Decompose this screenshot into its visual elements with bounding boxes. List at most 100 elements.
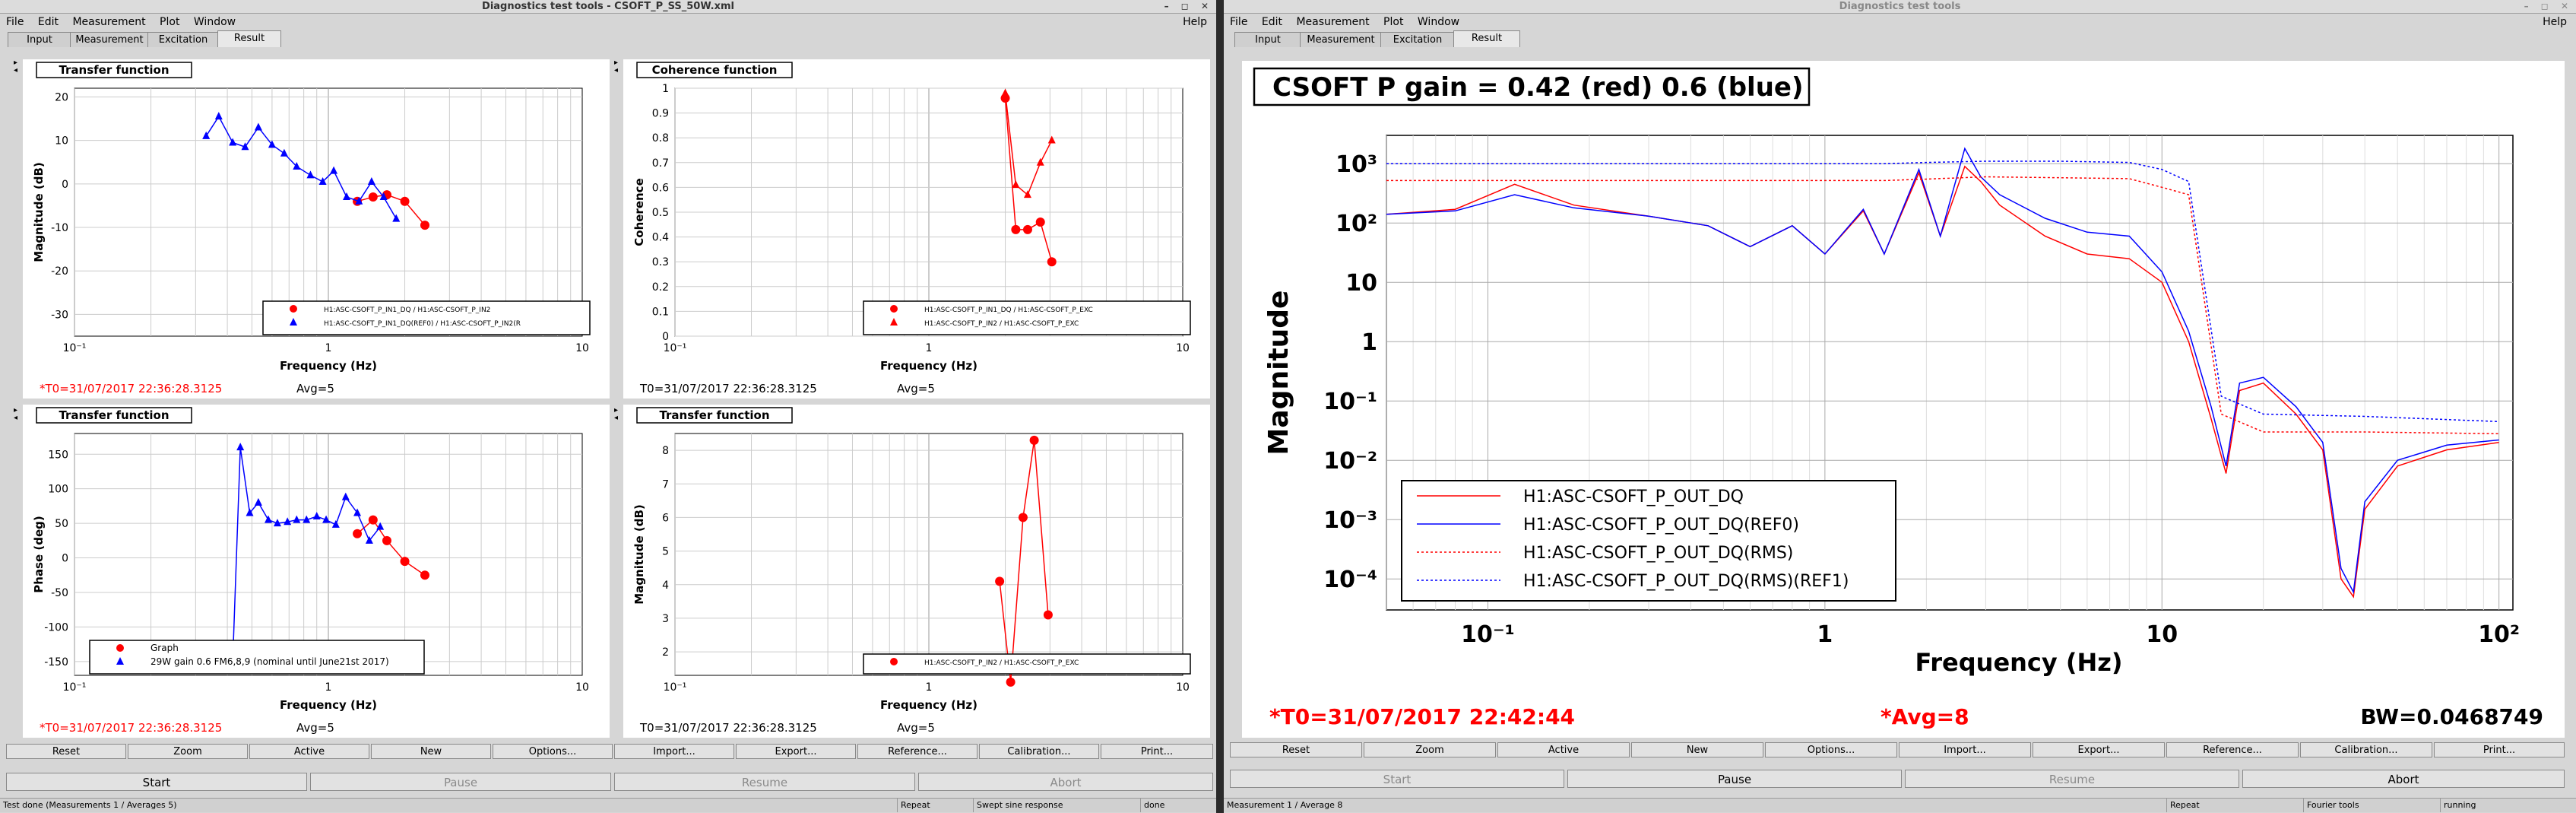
new-button[interactable]: New [371,744,491,759]
x-tick-label: 1 [325,681,332,694]
menu-plot[interactable]: Plot [160,16,179,28]
x-tick-label: 10⁻¹ [1461,621,1515,648]
zoom-button[interactable]: Zoom [128,744,248,759]
x-tick-label: 10 [2146,621,2178,648]
pause-button[interactable]: Pause [1567,770,1902,788]
active-button[interactable]: Active [249,744,369,759]
y-tick-label: 10 [55,135,68,148]
x-tick-label: 10² [2478,621,2520,648]
y-tick-label: 3 [662,613,669,625]
window-divider [1216,0,1224,813]
tab-result[interactable]: Result [217,30,281,47]
y-tick-label: 7 [662,478,669,491]
y-tick-label: 10³ [1336,151,1377,178]
y-tick-label: 0 [62,553,68,565]
pane-expand-arrow[interactable]: ▸ ◂ [614,59,618,75]
start-time-label: *T0=31/07/2017 22:36:28.3125 [40,382,222,395]
resume-button[interactable]: Resume [614,773,915,791]
menu-edit[interactable]: Edit [38,16,59,28]
y-tick-label: -50 [51,587,68,599]
menu-file[interactable]: File [6,16,24,28]
legend-entry: H1:ASC-CSOFT_P_OUT_DQ(RMS) [1523,544,1793,563]
import-button[interactable]: Import... [614,744,734,759]
tab-input[interactable]: Input [8,32,71,47]
x-tick-label: 10⁻¹ [63,342,87,354]
tab-measurement[interactable]: Measurement [1300,32,1382,47]
start-button[interactable]: Start [6,773,307,791]
data-point-circle [368,515,378,525]
chart-title: Transfer function [659,408,769,422]
tab-measurement[interactable]: Measurement [70,32,149,47]
y-tick-label: 0.5 [652,207,669,219]
x-axis-label: Frequency (Hz) [1915,648,2122,677]
y-tick-label: 0.7 [652,157,669,170]
legend-entry: H1:ASC-CSOFT_P_OUT_DQ(REF0) [1523,516,1799,535]
plot-pane-spectrum[interactable]: CSOFT P gain = 0.42 (red) 0.6 (blue) 10³ 1… [1242,61,2565,738]
abort-button[interactable]: Abort [2242,770,2565,788]
active-button[interactable]: Active [1497,742,1630,757]
reference-button[interactable]: Reference... [857,744,977,759]
legend-marker [890,305,898,313]
plot-pane-coherence[interactable]: Coherence function 1 0.9 0.8 0.7 0.6 0.5 0.4 0.3… [623,59,1210,399]
zoom-button[interactable]: Zoom [1364,742,1496,757]
x-tick-label: 10 [1176,681,1190,694]
tab-excitation[interactable]: Excitation [1380,32,1455,47]
resume-button[interactable]: Resume [1905,770,2239,788]
data-point-circle [1011,224,1021,234]
export-button[interactable]: Export... [2033,742,2165,757]
menu-file[interactable]: File [1230,16,1247,28]
print-button[interactable]: Print... [2434,742,2565,757]
y-tick-label: 10⁻³ [1323,507,1377,534]
pause-button[interactable]: Pause [310,773,611,791]
calibration-button[interactable]: Calibration... [979,744,1099,759]
average-label: Avg=5 [897,721,935,735]
menu-window[interactable]: Window [1418,16,1459,28]
right-window: Diagnostics test tools – ◻ ✕ File Edit M… [1224,0,2576,813]
y-tick-label: 10² [1336,211,1377,237]
options-button[interactable]: Options... [1765,742,1897,757]
reset-button[interactable]: Reset [6,744,126,759]
tab-result[interactable]: Result [1453,30,1520,47]
menu-measurement[interactable]: Measurement [72,16,145,28]
abort-button[interactable]: Abort [918,773,1213,791]
y-axis-label: Magnitude (dB) [632,504,646,604]
reset-button[interactable]: Reset [1230,742,1362,757]
pane-expand-arrow[interactable]: ▸ ◂ [14,59,17,75]
y-tick-label: -20 [51,265,68,278]
start-time-label: *T0=31/07/2017 22:42:44 [1269,704,1575,729]
new-button[interactable]: New [1631,742,1763,757]
export-button[interactable]: Export... [736,744,856,759]
chart-svg: Transfer function 8 7 6 5 4 3 2 10⁻¹ 1 10 Frequency… [632,407,1191,735]
x-axis-label: Frequency (Hz) [280,698,377,712]
start-button[interactable]: Start [1230,770,1564,788]
right-window-controls[interactable]: – ◻ ✕ [2524,0,2573,13]
chart-svg: Transfer function 20 10 0 -10 -20 -30 10⁻¹ 1 10 Fr… [32,62,591,395]
menu-help[interactable]: Help [2543,14,2567,30]
status-message: Measurement 1 / Average 8 [1227,800,1343,810]
plot-pane-phase[interactable]: Transfer function 150 100 50 0 -50 -100 -150 10⁻… [23,405,610,738]
pane-expand-arrow[interactable]: ▸ ◂ [14,407,17,422]
menu-edit[interactable]: Edit [1262,16,1282,28]
reference-button[interactable]: Reference... [2166,742,2299,757]
pane-expand-arrow[interactable]: ▸ ◂ [614,407,618,422]
menu-window[interactable]: Window [194,16,236,28]
legend-entry: H1:ASC-CSOFT_P_IN2 / H1:ASC-CSOFT_P_EXC [924,659,1079,667]
chart-title: Transfer function [59,63,169,77]
status-test-type: Fourier tools [2303,799,2359,812]
left-window-controls[interactable]: – ◻ ✕ [1164,0,1213,13]
print-button[interactable]: Print... [1101,744,1213,759]
plot-pane-magnitude[interactable]: Transfer function 20 10 0 -10 -20 -30 10⁻¹ 1 10 Fr… [23,59,610,399]
options-button[interactable]: Options... [493,744,613,759]
tab-excitation[interactable]: Excitation [147,32,219,47]
y-tick-label: 0.9 [652,108,669,120]
menu-plot[interactable]: Plot [1383,16,1403,28]
chart-title: Transfer function [59,408,169,422]
y-tick-label: 5 [662,546,669,558]
menu-help[interactable]: Help [1183,14,1207,30]
plot-pane-magnitude-2[interactable]: Transfer function 8 7 6 5 4 3 2 10⁻¹ 1 10 Frequency… [623,405,1210,738]
menu-measurement[interactable]: Measurement [1296,16,1369,28]
tab-input[interactable]: Input [1234,32,1301,47]
calibration-button[interactable]: Calibration... [2300,742,2432,757]
data-point-circle [400,196,410,206]
import-button[interactable]: Import... [1899,742,2031,757]
